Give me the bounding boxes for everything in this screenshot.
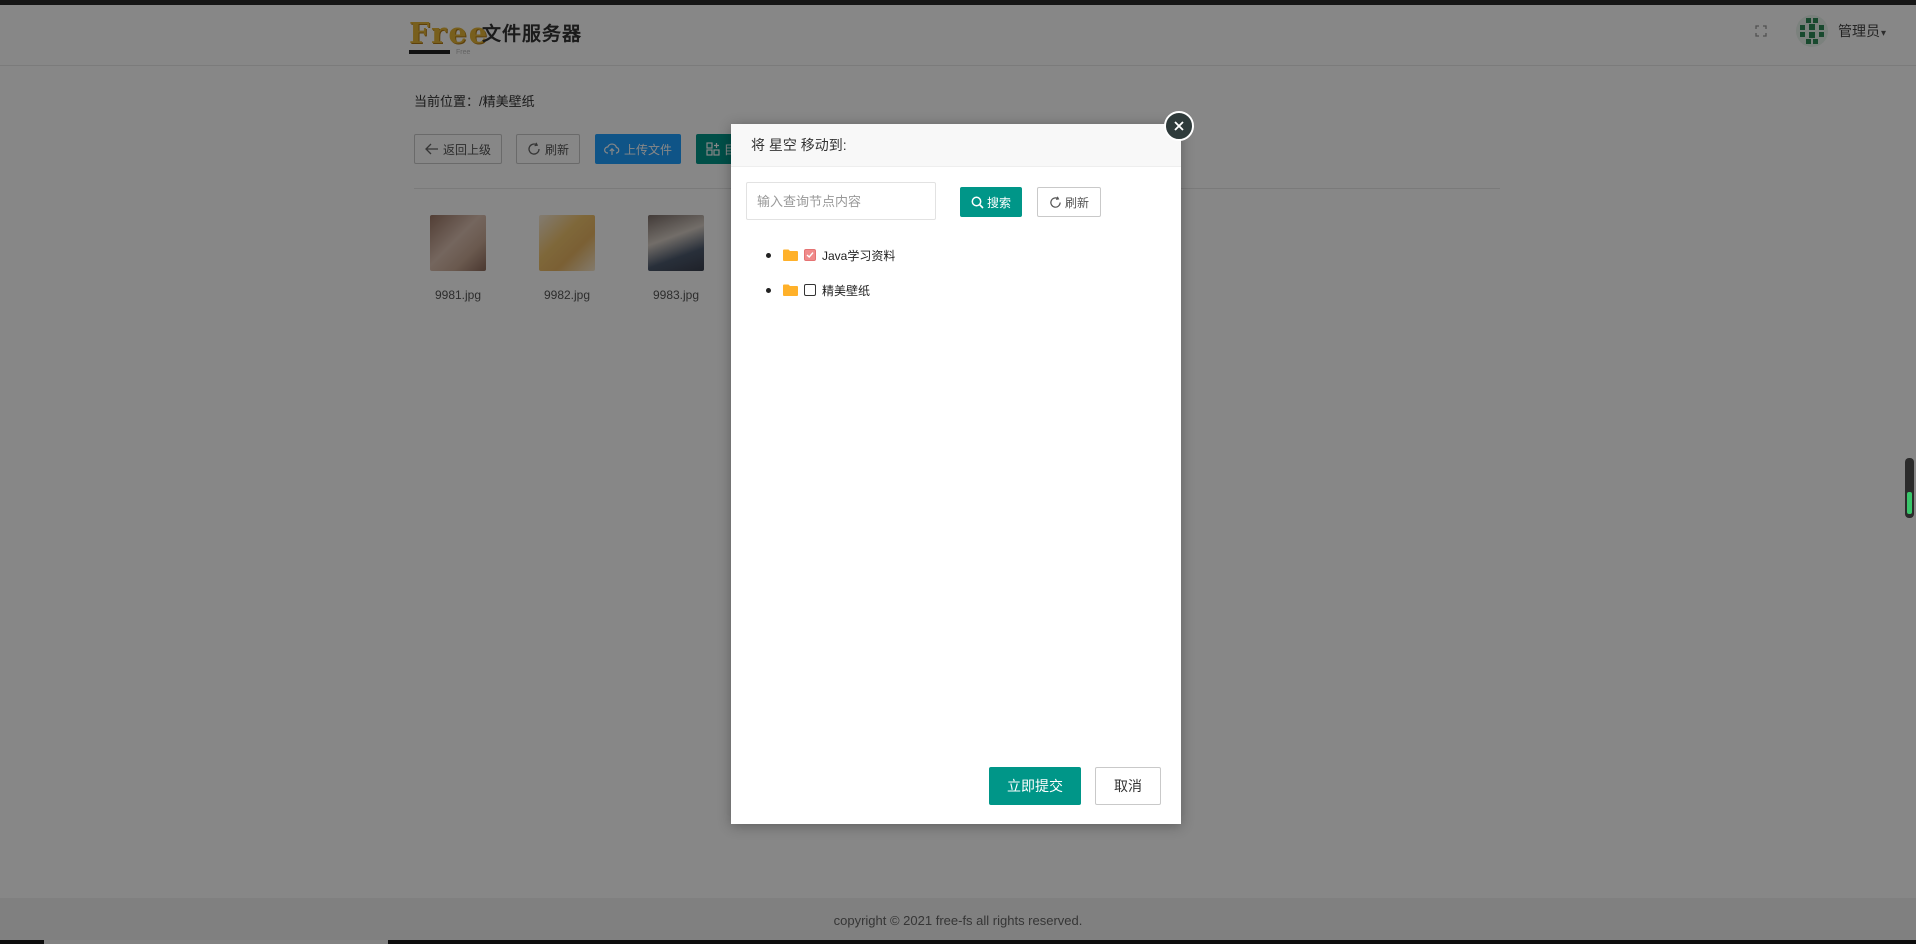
tree-node[interactable]: 精美壁纸 [766,279,870,301]
submit-button[interactable]: 立即提交 [989,767,1081,805]
tree-node-label[interactable]: Java学习资料 [822,247,895,264]
tree-checkbox[interactable] [804,284,816,296]
tree-bullet [766,287,771,293]
refresh-icon [1050,195,1061,208]
dialog-header: 将 星空 移动到: [731,124,1181,167]
tree-checkbox[interactable] [804,249,816,261]
folder-icon [783,249,798,261]
search-button-label: 搜索 [986,195,1011,210]
tree-node[interactable]: Java学习资料 [766,244,895,266]
search-icon [971,196,984,209]
check-icon [806,252,814,259]
search-button[interactable]: 搜索 [960,187,1022,217]
cancel-button[interactable]: 取消 [1095,767,1161,805]
close-button[interactable] [1164,111,1194,141]
move-dialog: 将 星空 移动到: 搜索 刷新 Java学习资料 精美壁纸 [731,111,1194,824]
tree-refresh-button-label: 刷新 [1064,195,1089,210]
tree-bullet [766,252,771,258]
side-scrollbar[interactable] [1905,458,1914,518]
close-icon [1174,121,1184,131]
side-scrollbar-indicator [1907,492,1912,514]
folder-icon [783,284,798,296]
tree-refresh-button[interactable]: 刷新 [1037,187,1101,217]
tree-node-label[interactable]: 精美壁纸 [822,282,870,299]
dialog-title: 将 星空 移动到: [751,137,847,153]
node-search-input[interactable] [746,182,936,220]
